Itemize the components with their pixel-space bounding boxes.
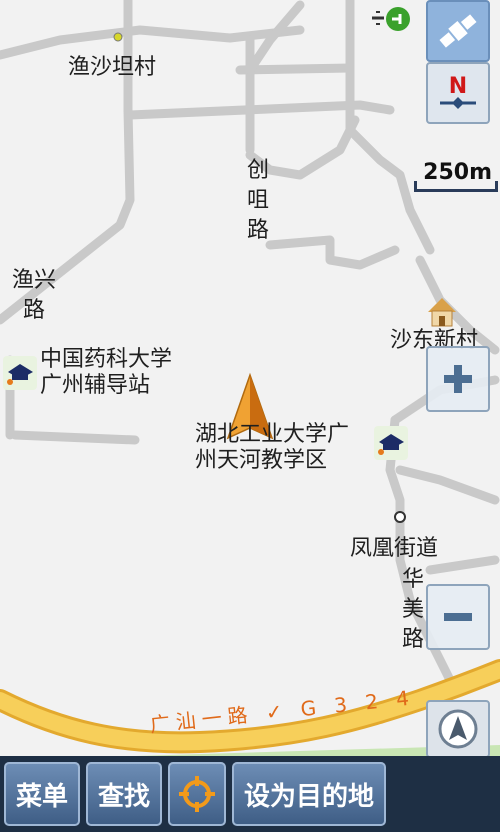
poi-dot — [113, 32, 123, 42]
gps-satellite-button[interactable] — [426, 0, 490, 62]
svg-text:N: N — [449, 74, 467, 99]
crosshair-button[interactable] — [168, 762, 226, 826]
plus-icon — [444, 365, 472, 393]
label-line: 湖北工业大学广 — [195, 422, 350, 447]
north-icon: N — [440, 74, 476, 109]
compass-north-button[interactable]: N — [426, 62, 490, 124]
label-line: 州天河教学区 — [195, 448, 328, 473]
satellite-icon — [439, 14, 477, 48]
label-pharma-univ: 中国药科大学 广州辅导站 — [40, 347, 172, 399]
bottom-toolbar: 菜单 查找 设为目的地 — [0, 756, 500, 832]
set-destination-button[interactable]: 设为目的地 — [232, 762, 386, 826]
poi-dot — [394, 511, 406, 523]
minus-icon — [444, 613, 472, 621]
gps-plug-icon — [370, 4, 416, 34]
label-huamei-road: 华美路 — [401, 567, 424, 652]
school-icon — [374, 426, 408, 460]
label-yushatan: 渔沙坦村 — [68, 55, 157, 80]
crosshair-icon — [179, 776, 215, 812]
menu-button[interactable]: 菜单 — [4, 762, 80, 826]
navigation-arrow-icon — [438, 709, 478, 749]
label-line: 广州辅导站 — [40, 373, 151, 398]
scale-text: 250m — [423, 160, 492, 185]
school-icon — [3, 356, 37, 390]
label-fenghuang-street: 凤凰街道 — [350, 536, 439, 561]
locate-button[interactable] — [426, 700, 490, 758]
search-button[interactable]: 查找 — [86, 762, 162, 826]
label-hubei-univ: 湖北工业大学广 州天河教学区 — [195, 422, 349, 474]
map-scale: 250m — [414, 158, 498, 198]
zoom-out-button[interactable] — [426, 584, 490, 650]
label-yuxing-road: 渔兴路 — [11, 268, 56, 323]
label-line: 中国药科大学 — [40, 347, 173, 372]
scale-bar — [414, 181, 498, 192]
zoom-in-button[interactable] — [426, 346, 490, 412]
label-chuangju-road: 创咀路 — [246, 158, 269, 243]
